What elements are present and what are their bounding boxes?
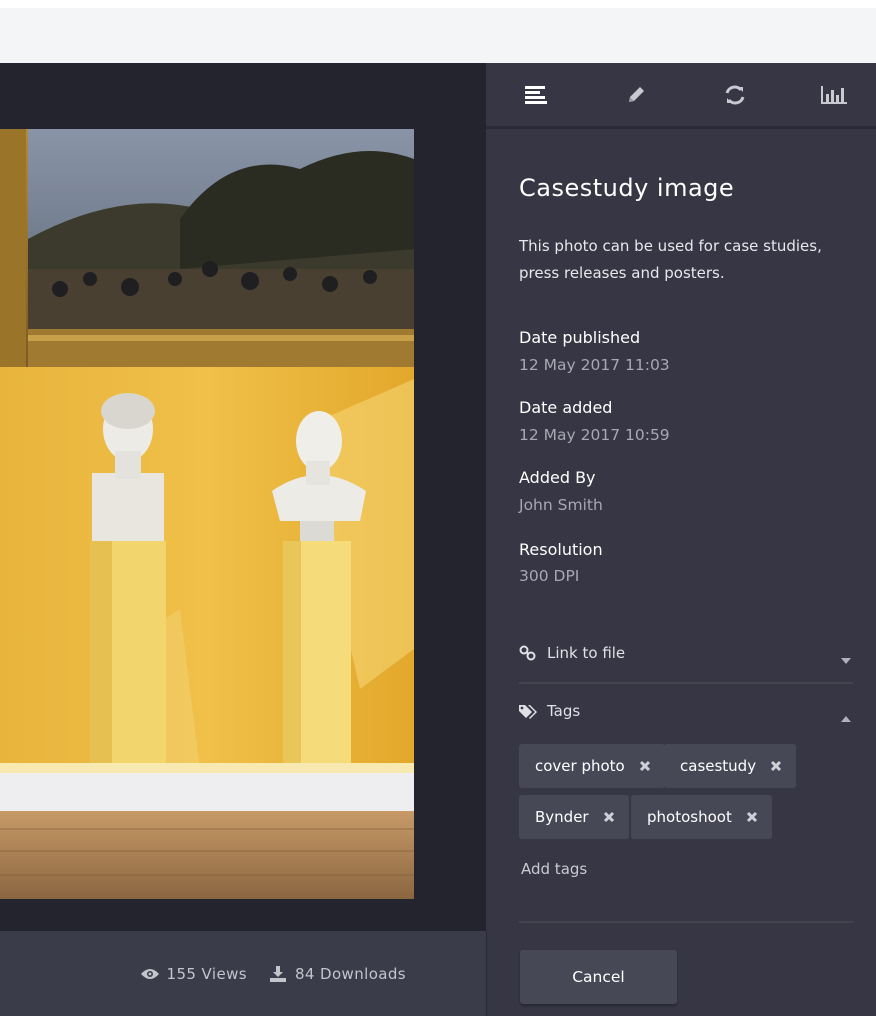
views-count: 155 Views xyxy=(166,965,247,983)
panel-tabs xyxy=(486,63,876,129)
details-panel: Casestudy image This photo can be used f… xyxy=(486,63,876,1016)
tab-versions[interactable] xyxy=(722,82,748,108)
remove-tag-icon[interactable] xyxy=(639,760,651,772)
date-published-value: 12 May 2017 11:03 xyxy=(519,356,670,374)
tags-label: Tags xyxy=(547,702,581,720)
eye-icon xyxy=(140,965,159,983)
refresh-icon xyxy=(725,85,745,104)
viewer-footer: 155 Views 84 Downloads xyxy=(0,931,486,1016)
download-icon xyxy=(269,965,287,983)
panel-footer: Cancel xyxy=(486,931,876,1016)
remove-tag-icon[interactable] xyxy=(603,811,615,823)
asset-image xyxy=(0,129,414,899)
chevron-down-icon xyxy=(841,649,851,668)
remove-tag-icon[interactable] xyxy=(770,760,782,772)
tag-label: photoshoot xyxy=(647,808,732,826)
link-to-file-label: Link to file xyxy=(547,644,626,662)
tag-chip: Bynder xyxy=(519,795,629,839)
cancel-button[interactable]: Cancel xyxy=(520,950,677,1004)
tag-label: cover photo xyxy=(535,757,625,775)
tab-details[interactable] xyxy=(524,82,550,108)
resolution-label: Resolution xyxy=(519,540,603,559)
tags-toggle[interactable]: Tags xyxy=(519,696,853,726)
details-icon xyxy=(525,85,547,104)
tag-chip: casestudy xyxy=(664,744,797,788)
tag-label: casestudy xyxy=(680,757,757,775)
asset-description: This photo can be used for case studies,… xyxy=(519,237,822,282)
link-icon xyxy=(519,643,539,663)
tag-chip: photoshoot xyxy=(631,795,772,839)
divider xyxy=(519,921,853,923)
tag-label: Bynder xyxy=(535,808,589,826)
asset-stats: 155 Views 84 Downloads xyxy=(140,965,406,983)
chevron-up-icon xyxy=(841,707,851,726)
tags-icon xyxy=(519,701,539,721)
remove-tag-icon[interactable] xyxy=(746,811,758,823)
divider xyxy=(519,682,853,684)
date-added-label: Date added xyxy=(519,398,613,417)
added-by-value: John Smith xyxy=(519,496,603,514)
tag-chip: cover photo xyxy=(519,744,665,788)
bar-chart-icon xyxy=(821,85,847,104)
added-by-label: Added By xyxy=(519,468,596,487)
date-published-label: Date published xyxy=(519,328,641,347)
image-viewer xyxy=(0,63,486,1016)
tab-statistics[interactable] xyxy=(821,82,847,108)
downloads-count: 84 Downloads xyxy=(294,965,406,983)
tab-edit[interactable] xyxy=(623,82,649,108)
resolution-value: 300 DPI xyxy=(519,567,580,585)
pencil-icon xyxy=(629,86,644,102)
add-tags-button[interactable]: Add tags xyxy=(521,860,587,878)
asset-title: Casestudy image xyxy=(519,174,735,202)
link-to-file-toggle[interactable]: Link to file xyxy=(519,638,853,668)
date-added-value: 12 May 2017 10:59 xyxy=(519,426,670,444)
top-bar xyxy=(0,0,876,8)
